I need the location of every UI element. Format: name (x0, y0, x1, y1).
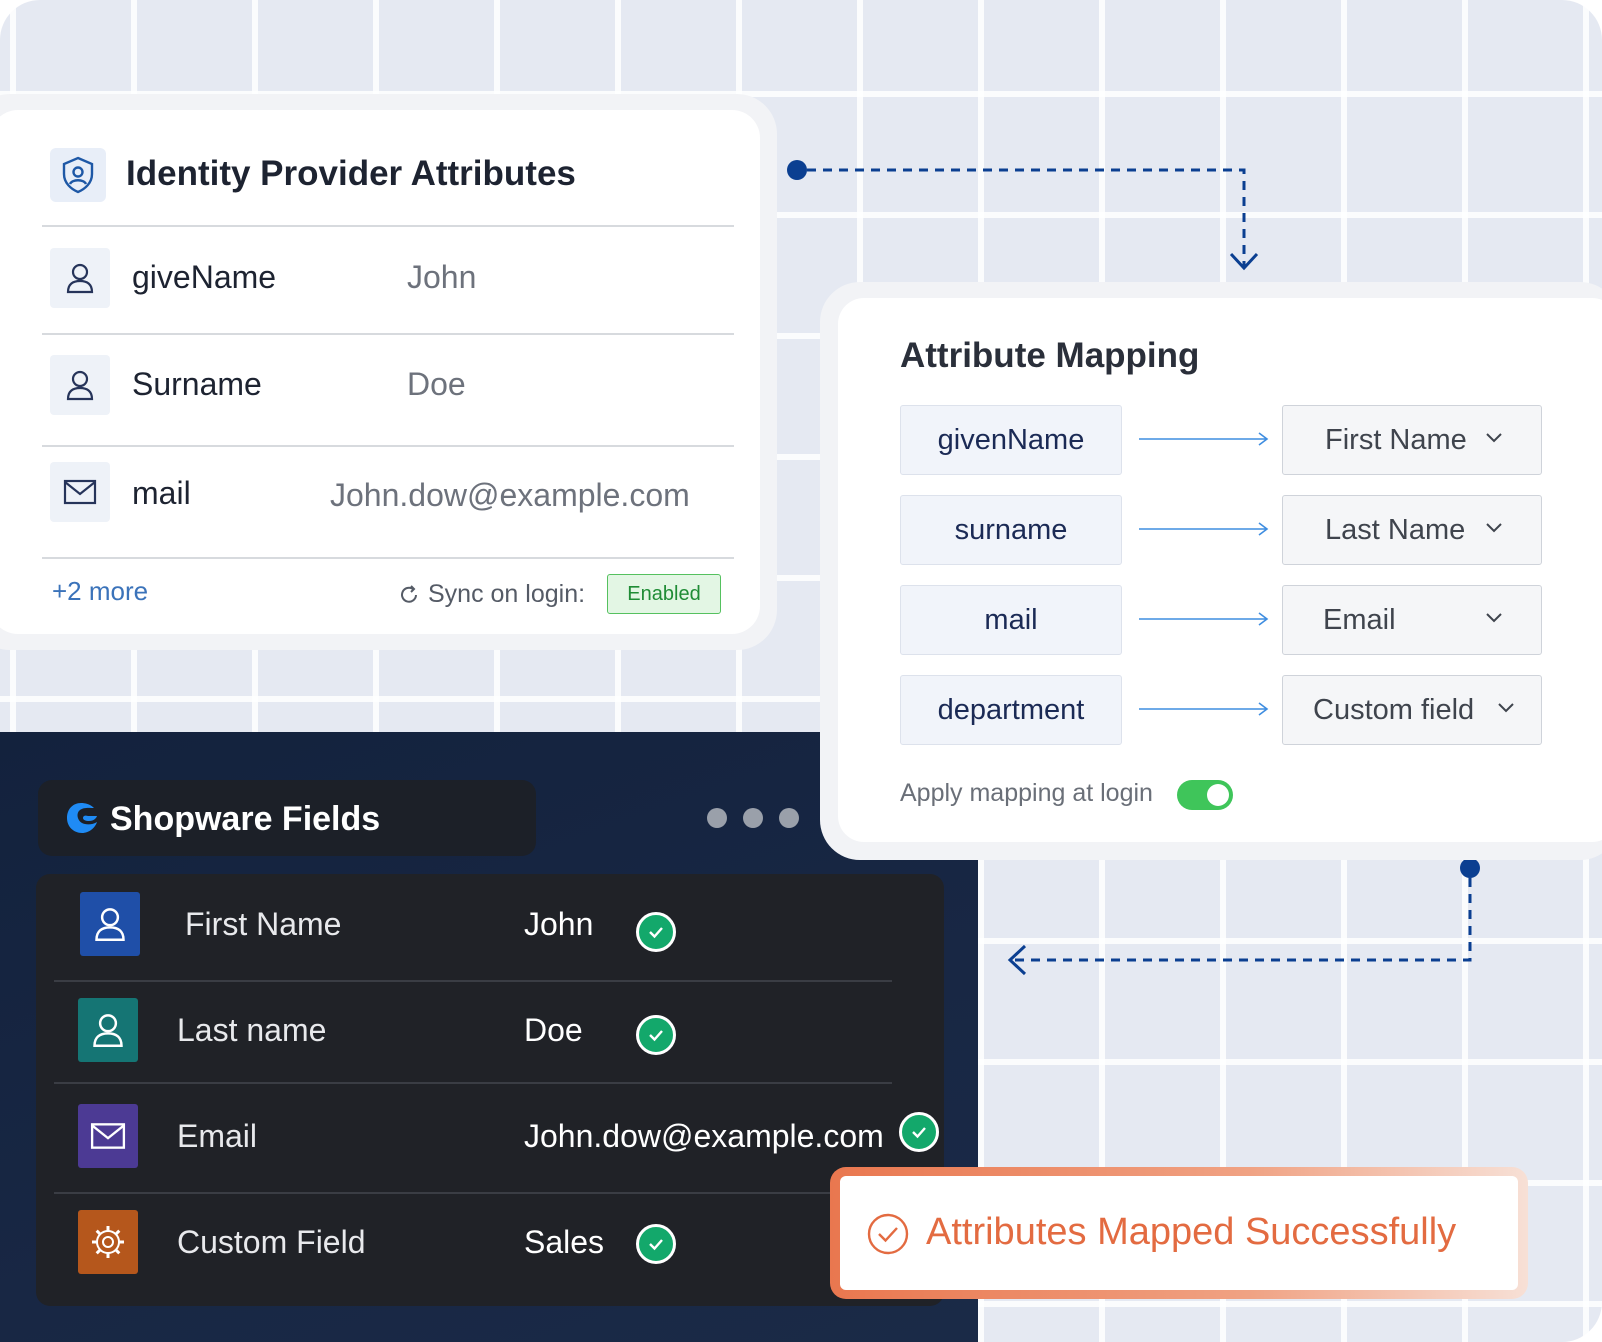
shopware-field-name: First Name (185, 906, 342, 942)
shopware-field-name: Email (177, 1118, 258, 1154)
mapping-card (838, 298, 1602, 842)
source-attribute: mail (900, 585, 1122, 655)
shopware-logo-icon (67, 803, 97, 833)
idp-attr-value: Doe (407, 366, 466, 402)
success-message: Attributes Mapped Successfully (926, 1211, 1457, 1253)
divider (42, 557, 734, 559)
chevron-down-icon (1498, 703, 1514, 713)
divider (54, 1192, 892, 1194)
idp-attr-value: John.dow@example.com (330, 477, 690, 513)
chevron-down-icon (1486, 613, 1502, 623)
divider (42, 445, 734, 447)
shopware-field-name: Custom Field (177, 1224, 366, 1260)
idp-attr-key: giveName (132, 259, 277, 295)
source-attribute: givenName (900, 405, 1122, 475)
check-icon (636, 1224, 676, 1264)
chevron-down-icon (1486, 433, 1502, 443)
sync-status-badge: Enabled (607, 574, 721, 614)
user-icon (78, 998, 138, 1062)
target-field-select[interactable]: Email (1282, 585, 1542, 655)
idp-title: Identity Provider Attributes (126, 154, 576, 193)
apply-mapping-toggle[interactable] (1177, 780, 1233, 810)
mail-icon (78, 1104, 138, 1168)
mail-icon (50, 462, 110, 522)
check-icon (636, 912, 676, 952)
mapping-arrow (1139, 522, 1269, 536)
shopware-title: Shopware Fields (110, 800, 381, 838)
check-circle-icon (867, 1213, 909, 1255)
divider (54, 1082, 892, 1084)
shopware-field-value: John.dow@example.com (524, 1118, 884, 1154)
target-field-select[interactable]: Custom field (1282, 675, 1542, 745)
more-attributes-link[interactable]: +2 more (52, 576, 148, 607)
target-field-label: Last Name (1325, 514, 1466, 546)
mapping-arrow (1139, 702, 1269, 716)
target-field-label: Custom field (1313, 694, 1475, 726)
more-options-dot[interactable] (743, 808, 763, 828)
target-field-select[interactable]: First Name (1282, 405, 1542, 475)
divider (42, 333, 734, 335)
apply-mapping-label: Apply mapping at login (900, 779, 1153, 807)
sync-on-login: Sync on login: (398, 580, 585, 609)
user-icon (50, 355, 110, 415)
mapping-title: Attribute Mapping (900, 336, 1200, 375)
user-icon (50, 248, 110, 308)
shield-user-icon (50, 148, 106, 202)
shopware-field-value: Sales (524, 1224, 605, 1260)
shopware-fields-table (36, 874, 944, 1306)
divider (54, 980, 892, 982)
more-options-dot[interactable] (707, 808, 727, 828)
target-field-select[interactable]: Last Name (1282, 495, 1542, 565)
check-icon (636, 1015, 676, 1055)
refresh-icon (401, 584, 417, 603)
idp-attr-value: John (407, 259, 477, 295)
target-field-label: First Name (1325, 424, 1467, 456)
idp-attr-key: Surname (132, 366, 262, 402)
user-icon (80, 892, 140, 956)
gear-icon (78, 1210, 138, 1274)
mapping-arrow (1139, 612, 1269, 626)
more-options-dot[interactable] (779, 808, 799, 828)
check-icon (899, 1112, 939, 1152)
divider (42, 225, 734, 227)
target-field-label: Email (1323, 604, 1396, 636)
shopware-field-value: Doe (524, 1012, 583, 1048)
sync-label: Sync on login: (428, 580, 586, 608)
shopware-field-value: John (524, 906, 594, 942)
source-attribute: surname (900, 495, 1122, 565)
source-attribute: department (900, 675, 1122, 745)
idp-attr-key: mail (132, 475, 191, 511)
chevron-down-icon (1486, 523, 1502, 533)
shopware-field-name: Last name (177, 1012, 327, 1048)
mapping-arrow (1139, 432, 1269, 446)
